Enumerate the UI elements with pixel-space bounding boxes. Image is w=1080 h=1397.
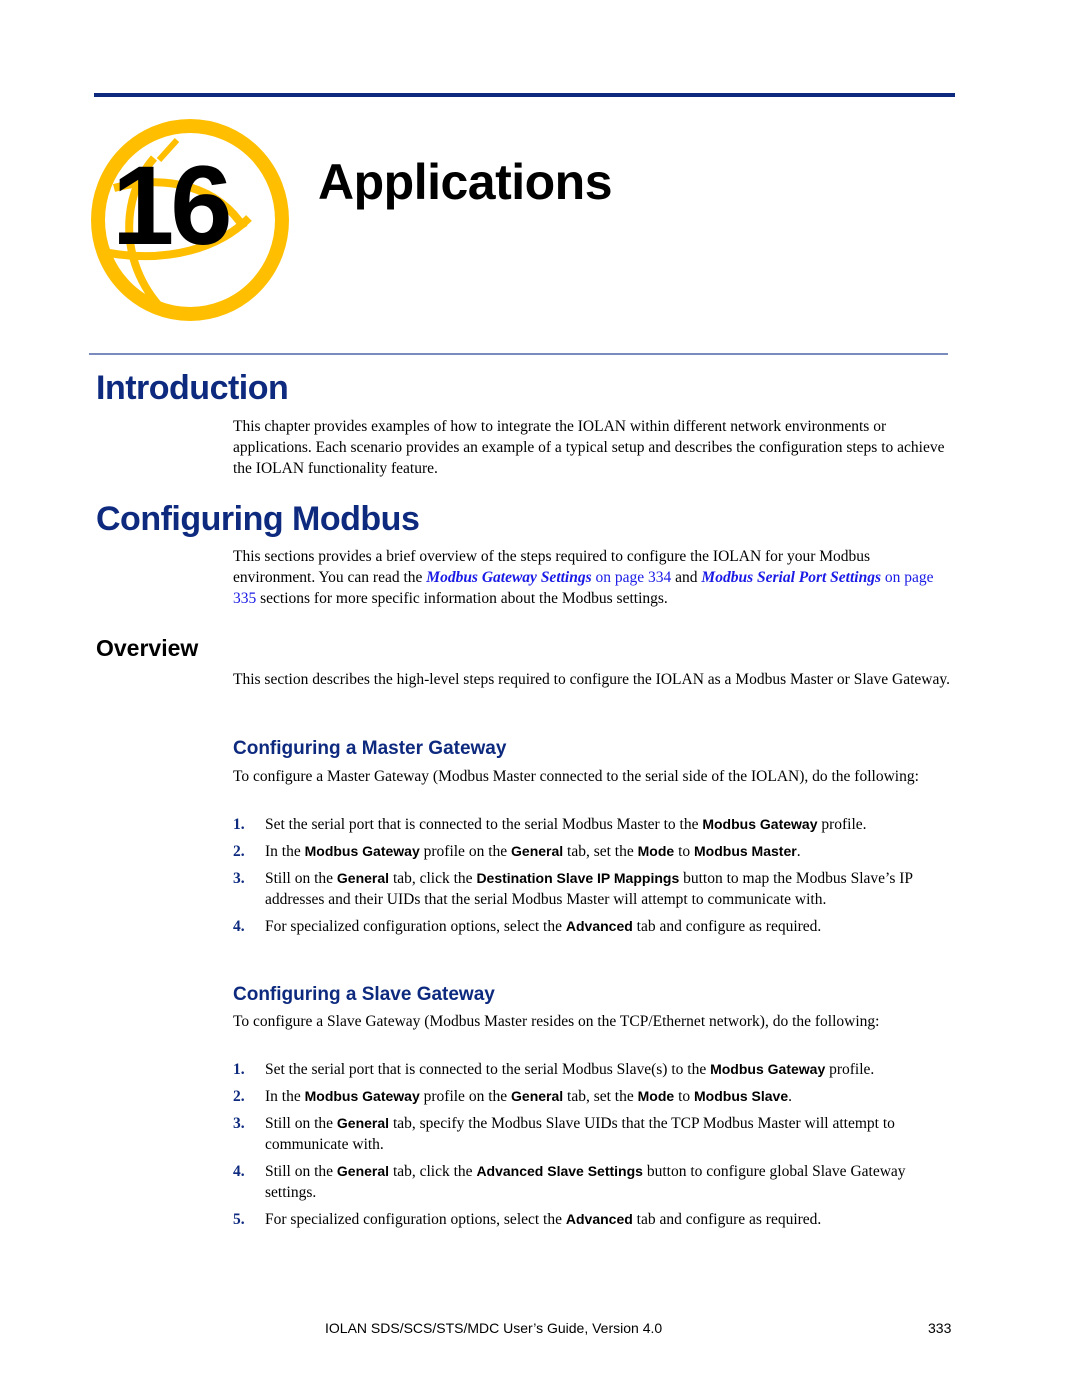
step-item: 5. For specialized configuration options,… bbox=[233, 1209, 953, 1230]
step-number: 1. bbox=[233, 1061, 245, 1078]
step-text: to bbox=[674, 843, 694, 860]
header-rule bbox=[94, 93, 955, 97]
chapter-number: 16 bbox=[112, 143, 233, 268]
step-item: 3. Still on the General tab, click the De… bbox=[233, 868, 953, 910]
step-number: 2. bbox=[233, 843, 245, 860]
step-number: 4. bbox=[233, 918, 245, 935]
step-number: 5. bbox=[233, 1211, 245, 1228]
step-text: Set the serial port that is connected to… bbox=[265, 816, 703, 833]
ui-term: Modbus Gateway bbox=[702, 816, 818, 832]
ui-term: Advanced bbox=[565, 1211, 633, 1227]
paragraph-text: and bbox=[671, 569, 702, 586]
step-text: In the bbox=[265, 843, 305, 860]
step-item: 3. Still on the General tab, specify the … bbox=[233, 1113, 953, 1155]
ui-term: Modbus Gateway bbox=[710, 1061, 826, 1077]
step-text: In the bbox=[265, 1088, 305, 1105]
link-modbus-gateway-settings[interactable]: Modbus Gateway Settings on page 334 bbox=[426, 569, 671, 586]
ui-term: Modbus Master bbox=[694, 843, 797, 859]
step-number: 1. bbox=[233, 816, 245, 833]
overview-paragraph: This section describes the high-level st… bbox=[233, 671, 950, 688]
ui-term: Modbus Gateway bbox=[304, 843, 420, 859]
step-text: tab, click the bbox=[389, 1163, 477, 1180]
slave-gateway-steps: 1. Set the serial port that is connected … bbox=[233, 1059, 953, 1236]
step-text: Still on the bbox=[265, 1163, 337, 1180]
step-text: . bbox=[796, 843, 801, 860]
ui-term: General bbox=[336, 1115, 390, 1131]
heading-master-gateway: Configuring a Master Gateway bbox=[233, 738, 507, 759]
step-text: Still on the bbox=[265, 870, 337, 887]
chapter-title: Applications bbox=[318, 154, 613, 210]
heading-introduction: Introduction bbox=[96, 369, 289, 407]
configuring-modbus-paragraph: This sections provides a brief overview … bbox=[233, 546, 953, 609]
ui-term: General bbox=[511, 1088, 564, 1104]
section-rule bbox=[89, 353, 948, 355]
heading-overview: Overview bbox=[96, 635, 199, 661]
introduction-paragraph: This chapter provides examples of how to… bbox=[233, 418, 945, 477]
page-number: 333 bbox=[928, 1320, 952, 1336]
ui-term: Modbus Slave bbox=[694, 1088, 789, 1104]
step-text: Set the serial port that is connected to… bbox=[265, 1061, 711, 1078]
step-text: tab and configure as required. bbox=[632, 1211, 822, 1228]
step-text: profile. bbox=[825, 1061, 875, 1078]
step-number: 2. bbox=[233, 1088, 245, 1105]
ui-term: General bbox=[511, 843, 564, 859]
ui-term: Mode bbox=[637, 843, 675, 859]
ui-term: General bbox=[336, 870, 390, 886]
step-text: tab, click the bbox=[389, 870, 477, 887]
step-number: 3. bbox=[233, 1115, 245, 1132]
step-text: profile. bbox=[817, 816, 867, 833]
step-item: 4. Still on the General tab, click the Ad… bbox=[233, 1161, 953, 1203]
step-item: 2. In the Modbus Gateway profile on the G… bbox=[233, 1086, 953, 1107]
step-text: For specialized configuration options, s… bbox=[265, 1211, 566, 1228]
footer-title: IOLAN SDS/SCS/STS/MDC User’s Guide, Vers… bbox=[325, 1320, 663, 1336]
step-text: tab and configure as required. bbox=[632, 918, 822, 935]
step-item: 1. Set the serial port that is connected … bbox=[233, 1059, 953, 1080]
step-text: tab, set the bbox=[563, 843, 638, 860]
step-item: 1. Set the serial port that is connected … bbox=[233, 814, 953, 835]
step-text: profile on the bbox=[419, 1088, 512, 1105]
step-text: tab, set the bbox=[563, 1088, 638, 1105]
step-text: . bbox=[788, 1088, 793, 1105]
master-gateway-steps: 1. Set the serial port that is connected … bbox=[233, 814, 953, 943]
step-text: profile on the bbox=[419, 843, 512, 860]
slave-gateway-intro: To configure a Slave Gateway (Modbus Mas… bbox=[233, 1013, 880, 1030]
step-text: For specialized configuration options, s… bbox=[265, 918, 566, 935]
step-text: Still on the bbox=[265, 1115, 337, 1132]
step-item: 2. In the Modbus Gateway profile on the G… bbox=[233, 841, 953, 862]
paragraph-text: sections for more specific information a… bbox=[256, 590, 668, 607]
ui-term: Advanced Slave Settings bbox=[476, 1163, 643, 1179]
heading-configuring-modbus: Configuring Modbus bbox=[96, 500, 420, 538]
step-number: 4. bbox=[233, 1163, 245, 1180]
heading-slave-gateway: Configuring a Slave Gateway bbox=[233, 984, 495, 1005]
ui-term: Modbus Gateway bbox=[304, 1088, 420, 1104]
ui-term: General bbox=[336, 1163, 390, 1179]
ui-term: Destination Slave IP Mappings bbox=[476, 870, 680, 886]
ui-term: Advanced bbox=[565, 918, 633, 934]
step-text: to bbox=[674, 1088, 694, 1105]
step-number: 3. bbox=[233, 870, 245, 887]
ui-term: Mode bbox=[637, 1088, 675, 1104]
step-item: 4. For specialized configuration options,… bbox=[233, 916, 953, 937]
master-gateway-intro: To configure a Master Gateway (Modbus Ma… bbox=[233, 768, 919, 785]
